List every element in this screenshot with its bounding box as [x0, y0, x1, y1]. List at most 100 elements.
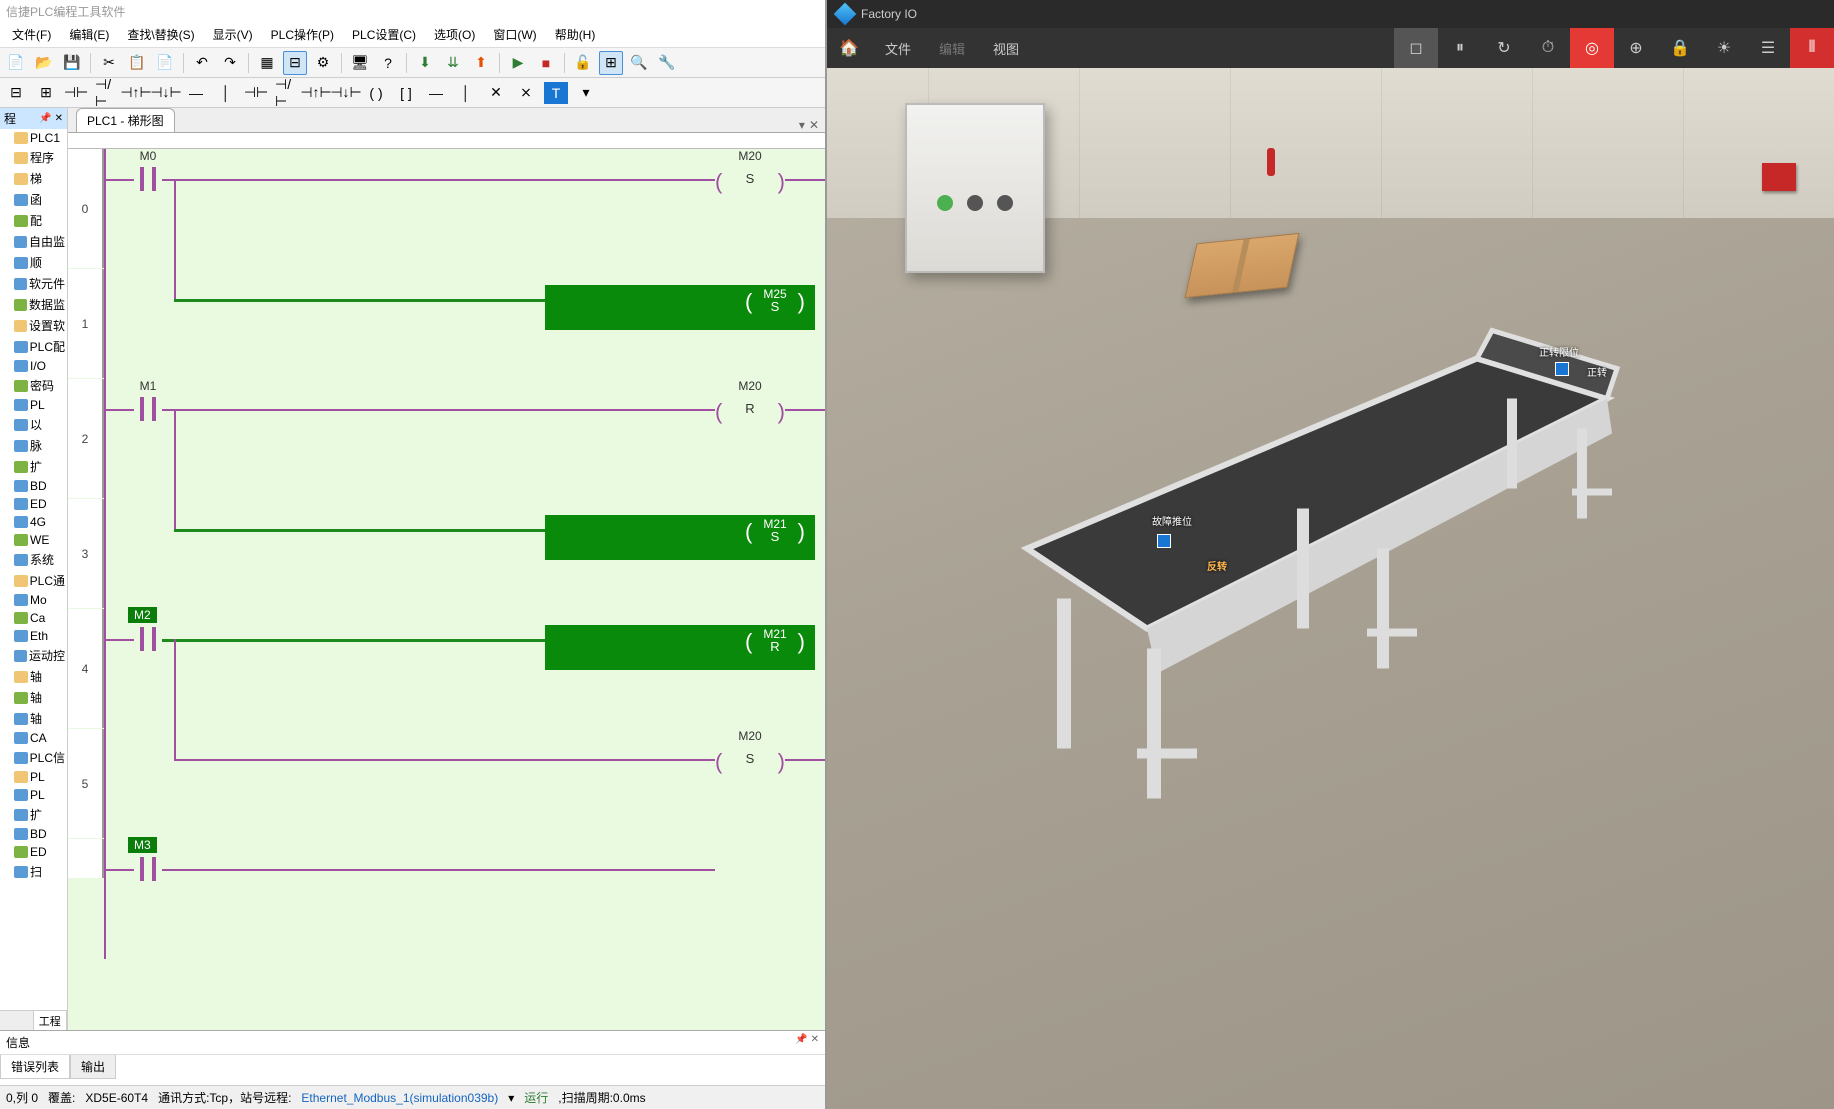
run-icon[interactable]: ▶: [506, 51, 530, 75]
tree-item[interactable]: 扩: [0, 456, 67, 477]
contact4-icon[interactable]: ⊣↑⊢: [304, 82, 328, 104]
tree-tab-project[interactable]: 工程: [34, 1011, 68, 1030]
open-icon[interactable]: 📂: [32, 51, 56, 75]
tool-icon[interactable]: 🔧: [655, 51, 679, 75]
tree-item[interactable]: 配: [0, 210, 67, 231]
list-icon[interactable]: ☰: [1746, 28, 1790, 68]
tree-item[interactable]: Mo: [0, 591, 67, 609]
timer-icon[interactable]: ⏱: [1526, 28, 1570, 68]
reset-icon[interactable]: ↻: [1482, 28, 1526, 68]
del2-icon[interactable]: ✕: [484, 82, 508, 104]
tree-item[interactable]: 扩: [0, 804, 67, 825]
contact-no-icon[interactable]: ⊣⊢: [64, 82, 88, 104]
undo-icon[interactable]: ↶: [190, 51, 214, 75]
ins-icon[interactable]: ⊞: [34, 82, 58, 104]
stop-icon[interactable]: ■: [534, 51, 558, 75]
sensor-start[interactable]: [1157, 534, 1171, 548]
config-icon[interactable]: ⚙: [311, 51, 335, 75]
tree-item[interactable]: PLC信: [0, 747, 67, 768]
menu-find[interactable]: 查找\替换(S): [119, 22, 202, 47]
tree-item[interactable]: PLC配: [0, 336, 67, 357]
tree-item[interactable]: BD: [0, 825, 67, 843]
fio-3d-viewport[interactable]: 故障推位 反转 正转限位 正转: [827, 68, 1834, 1109]
ladder-icon[interactable]: ⊟: [283, 51, 307, 75]
tree-item[interactable]: ED: [0, 495, 67, 513]
tree-item[interactable]: 轴: [0, 666, 67, 687]
cabinet-button-3[interactable]: [997, 195, 1013, 211]
ladder-rung[interactable]: 4M2()M21R: [68, 609, 825, 729]
tree-item[interactable]: Ca: [0, 609, 67, 627]
pin-icon[interactable]: 📌 ✕: [39, 113, 63, 124]
hline2-icon[interactable]: —: [424, 82, 448, 104]
tree-item[interactable]: ED: [0, 843, 67, 861]
contact-n-icon[interactable]: ⊣↓⊢: [154, 82, 178, 104]
cut-icon[interactable]: ✂: [97, 51, 121, 75]
menu-view[interactable]: 显示(V): [205, 22, 261, 47]
upload-icon[interactable]: ⬆: [469, 51, 493, 75]
tree-item[interactable]: 系统: [0, 549, 67, 570]
tab-errors[interactable]: 错误列表: [0, 1055, 70, 1079]
menu-option[interactable]: 选项(O): [426, 22, 483, 47]
menu-view[interactable]: 视图: [979, 28, 1033, 68]
control-cabinet[interactable]: [905, 103, 1045, 273]
lock-icon[interactable]: 🔓: [571, 51, 595, 75]
ladder-rung[interactable]: 3()M21S: [68, 499, 825, 609]
tree-item[interactable]: 轴: [0, 687, 67, 708]
paste-icon[interactable]: 📄: [153, 51, 177, 75]
tree-item[interactable]: 4G: [0, 513, 67, 531]
tree-item[interactable]: 自由监: [0, 231, 67, 252]
tree-item[interactable]: 软元件: [0, 273, 67, 294]
menu-edit[interactable]: 编辑: [925, 28, 979, 68]
tree-item[interactable]: Eth: [0, 627, 67, 645]
tree-item[interactable]: PLC通: [0, 570, 67, 591]
tree-item[interactable]: PL: [0, 786, 67, 804]
contact[interactable]: M0: [134, 167, 162, 191]
output-pin-icon[interactable]: 📌 ✕: [795, 1034, 819, 1051]
pause-icon[interactable]: ⏸: [1438, 28, 1482, 68]
cabinet-button-green[interactable]: [937, 195, 953, 211]
menu-edit[interactable]: 编辑(E): [61, 22, 117, 47]
tab-dropdown-icon[interactable]: ▾: [799, 118, 805, 132]
menu-file[interactable]: 文件(F): [4, 22, 59, 47]
func-icon[interactable]: [ ]: [394, 82, 418, 104]
ladder-rung[interactable]: 5()M20S: [68, 729, 825, 839]
contact-p-icon[interactable]: ⊣↑⊢: [124, 82, 148, 104]
contact5-icon[interactable]: ⊣↓⊢: [334, 82, 358, 104]
tree-item[interactable]: 密码: [0, 375, 67, 396]
status-comm-link[interactable]: Ethernet_Modbus_1(simulation039b): [301, 1091, 498, 1105]
steering-icon[interactable]: ⊕: [1614, 28, 1658, 68]
save-icon[interactable]: 💾: [60, 51, 84, 75]
tree-item[interactable]: 轴: [0, 708, 67, 729]
settings-icon[interactable]: ☀: [1702, 28, 1746, 68]
tree-item[interactable]: 梯: [0, 168, 67, 189]
ladder-rung[interactable]: 2M1()M20R: [68, 379, 825, 499]
text-icon[interactable]: T: [544, 82, 568, 104]
coil[interactable]: ()M20S: [715, 165, 785, 195]
tree-item[interactable]: BD: [0, 477, 67, 495]
menu-window[interactable]: 窗口(W): [485, 22, 544, 47]
help-icon[interactable]: ?: [376, 51, 400, 75]
tab-close-icon[interactable]: ✕: [809, 118, 819, 132]
sensor-end[interactable]: [1555, 362, 1569, 376]
ladder-rung[interactable]: 1()M25S: [68, 269, 825, 379]
vline2-icon[interactable]: │: [454, 82, 478, 104]
menu-plcop[interactable]: PLC操作(P): [263, 22, 342, 47]
vline-icon[interactable]: │: [214, 82, 238, 104]
contact[interactable]: M1: [134, 397, 162, 421]
contact-nc-icon[interactable]: ⊣/⊢: [94, 82, 118, 104]
tree-item[interactable]: PLC1: [0, 129, 67, 147]
ladder-rung[interactable]: 0M0()M20S: [68, 149, 825, 269]
tab-output[interactable]: 输出: [70, 1055, 116, 1079]
dropdown-icon[interactable]: ▾: [574, 82, 598, 104]
tree-item[interactable]: 脉: [0, 435, 67, 456]
coil[interactable]: ()M21S: [545, 515, 815, 560]
status-dropdown-icon[interactable]: ▾: [508, 1091, 514, 1105]
coil[interactable]: ()M21R: [545, 625, 815, 670]
ladder-rung[interactable]: M3: [68, 839, 825, 879]
coil[interactable]: ()M25S: [545, 285, 815, 330]
tree-item[interactable]: 顺: [0, 252, 67, 273]
tree-item[interactable]: PL: [0, 396, 67, 414]
redo-icon[interactable]: ↷: [218, 51, 242, 75]
tree-item[interactable]: 以: [0, 414, 67, 435]
tree-item[interactable]: CA: [0, 729, 67, 747]
